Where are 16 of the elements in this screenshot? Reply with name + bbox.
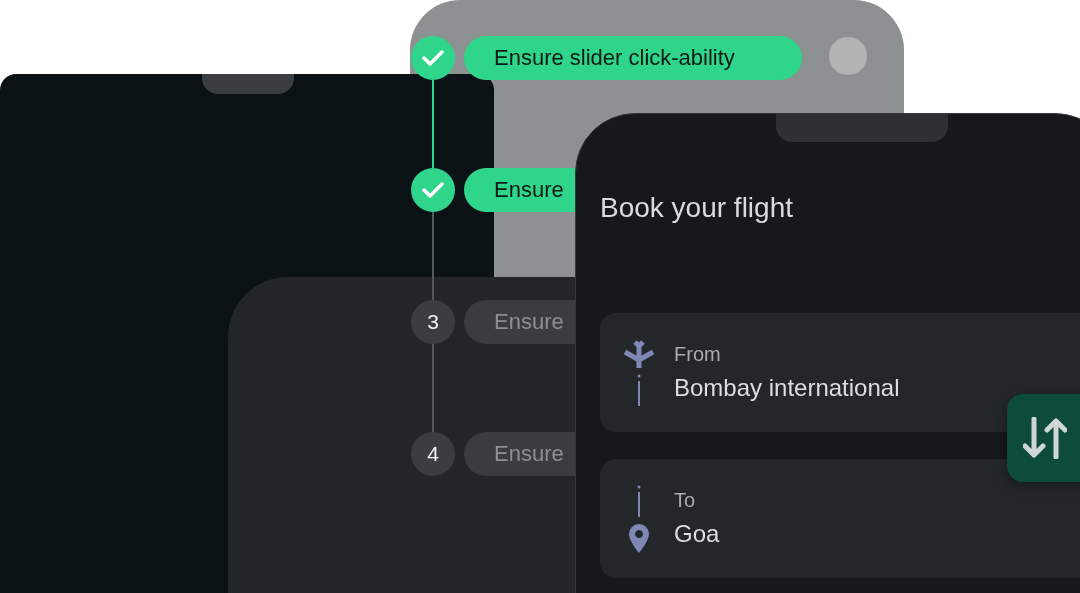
field-label: To xyxy=(674,489,697,512)
step-label: Ensure slider click-ability xyxy=(464,36,802,80)
from-field[interactable]: From Bombay international xyxy=(600,313,1080,432)
to-field[interactable]: To Goa xyxy=(600,459,1080,578)
field-value: Bombay international xyxy=(674,374,900,402)
location-pin-icon xyxy=(628,522,650,553)
field-value: Goa xyxy=(674,520,720,548)
airplane-icon xyxy=(623,337,655,370)
field-label: From xyxy=(674,343,722,366)
camera-dot xyxy=(829,37,867,75)
swap-arrows-icon xyxy=(1023,417,1067,459)
check-icon xyxy=(422,49,444,67)
route-line xyxy=(637,373,641,408)
route-line xyxy=(637,484,641,519)
check-icon xyxy=(422,181,444,199)
swap-button[interactable] xyxy=(1007,394,1080,482)
